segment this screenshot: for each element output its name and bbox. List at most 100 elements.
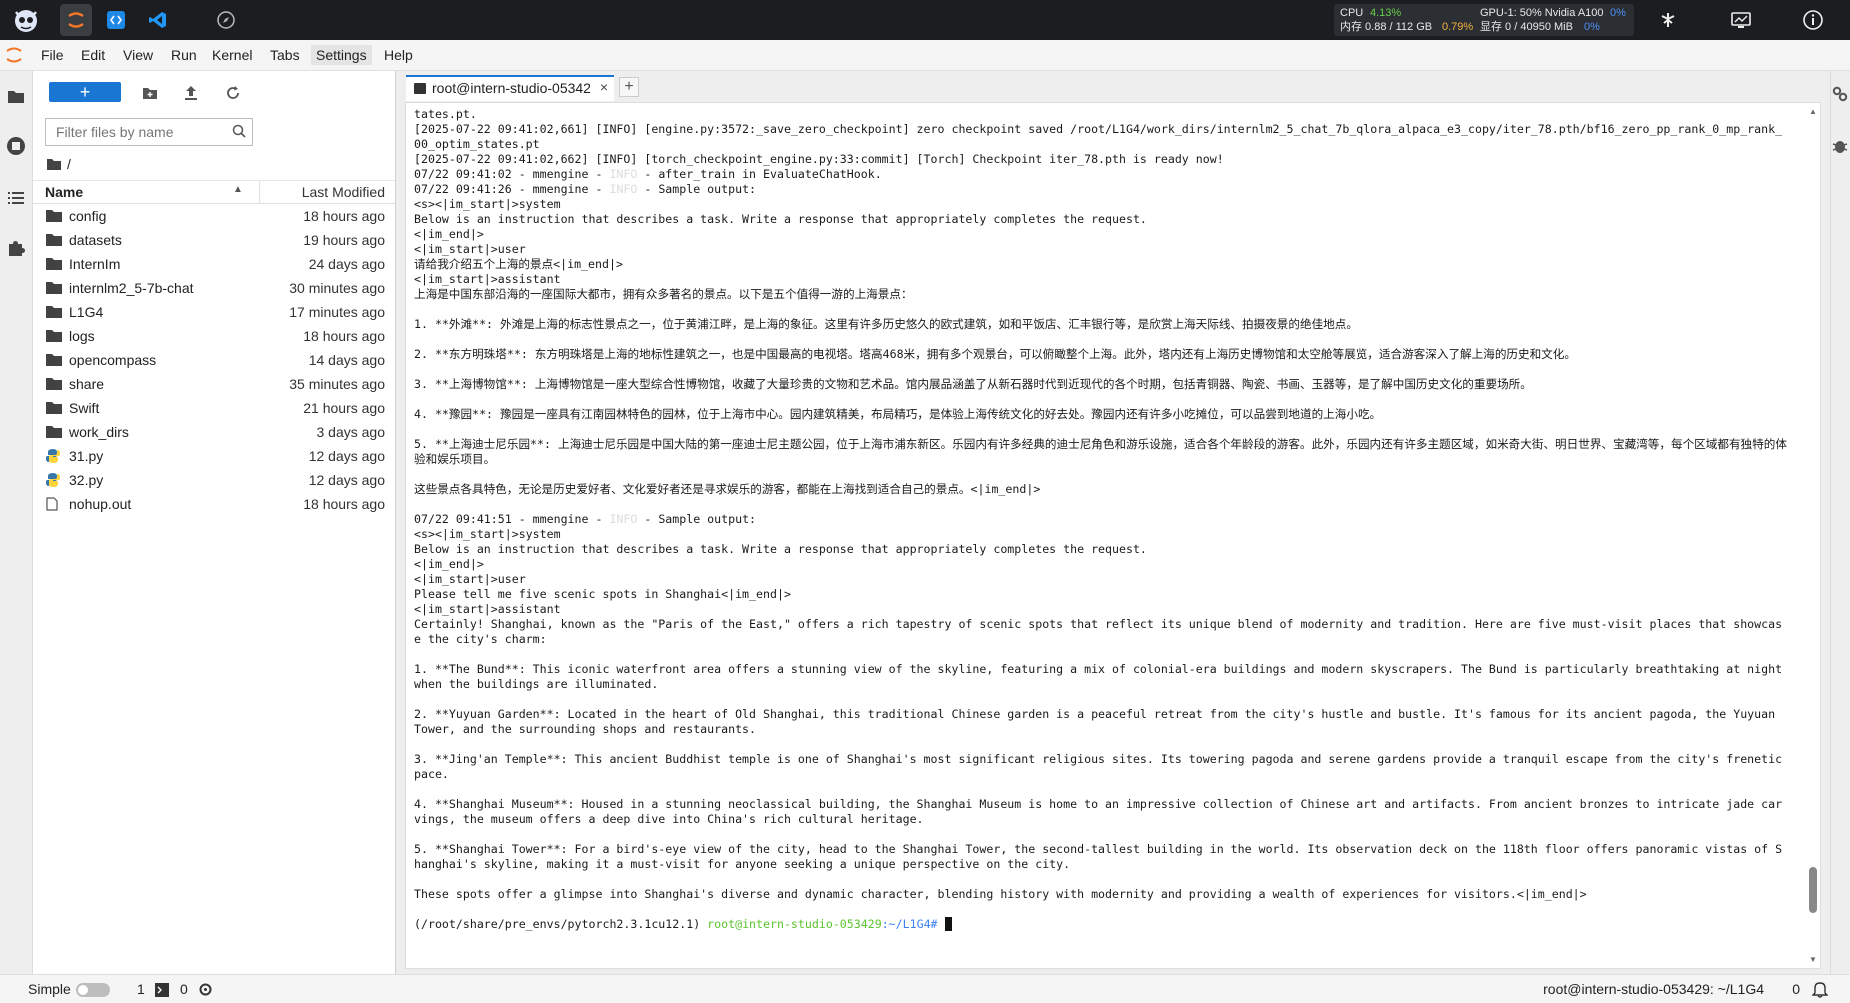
terminal-line: [2025-07-22 09:41:02,661] [INFO] [engine… [414, 122, 1783, 151]
terminal-line: 5. **Shanghai Tower**: For a bird's-eye … [414, 842, 1783, 871]
file-list-item[interactable]: share 35 minutes ago [33, 372, 395, 396]
menu-view[interactable]: View [123, 47, 153, 63]
terminal-count: 1 [137, 981, 145, 997]
folder-icon [46, 257, 62, 271]
last-modified-column-header[interactable]: Last Modified [302, 184, 385, 200]
menu-help[interactable]: Help [384, 47, 413, 63]
prompt-user: root@intern-studio-053429 [707, 917, 882, 931]
studio-logo-icon[interactable] [8, 6, 44, 34]
terminal-line: <s><|im_start|>system [414, 197, 561, 211]
status-bar: Simple 1 0 root@intern-studio-053429: ~/… [0, 974, 1850, 1003]
column-divider[interactable] [259, 181, 260, 203]
name-column-header[interactable]: Name [45, 184, 83, 200]
vscode-icon[interactable] [146, 6, 170, 34]
filter-files-field[interactable] [45, 118, 253, 146]
file-list-item[interactable]: internlm2_5-7b-chat 30 minutes ago [33, 276, 395, 300]
file-list-item[interactable]: logs 18 hours ago [33, 324, 395, 348]
file-list-item[interactable]: datasets 19 hours ago [33, 228, 395, 252]
terminal-status-icon[interactable] [155, 983, 169, 1000]
resource-monitor: CPU 4.13% 内存 0.88 / 112 GB 0.79% GPU-1: … [1334, 4, 1634, 36]
menu-edit[interactable]: Edit [81, 47, 105, 63]
file-list-item[interactable]: nohup.out 18 hours ago [33, 492, 395, 516]
filter-files-input[interactable] [54, 123, 228, 141]
compass-icon[interactable] [214, 6, 238, 34]
jupyter-app-icon[interactable] [60, 4, 92, 36]
file-modified: 12 days ago [308, 448, 385, 464]
new-folder-icon[interactable] [139, 82, 161, 104]
terminal-scrollbar[interactable]: ▲ ▼ [1806, 103, 1820, 968]
table-of-contents-icon[interactable] [6, 188, 26, 208]
shell-prompt[interactable]: (/root/share/pre_envs/pytorch2.3.1cu12.1… [414, 917, 952, 931]
simple-mode-label: Simple [28, 981, 71, 997]
tab-bar: root@intern-studio-05342 × + [396, 71, 1830, 101]
toggle-knob [78, 985, 88, 995]
log-level-info: INFO [609, 512, 638, 526]
new-tab-button[interactable]: + [619, 77, 639, 97]
kernel-gear-icon[interactable] [198, 982, 213, 1000]
terminal-line: 4. **豫园**: 豫园是一座具有江南园林特色的园林，位于上海市中心。园内建筑… [414, 407, 1382, 421]
tab-terminal[interactable]: root@intern-studio-05342 × [406, 75, 614, 101]
scroll-down-icon[interactable]: ▼ [1809, 955, 1817, 964]
terminal-line: Please tell me five scenic spots in Shan… [414, 587, 791, 601]
info-icon[interactable] [1800, 6, 1826, 34]
menu-kernel[interactable]: Kernel [212, 47, 252, 63]
memory-label: 内存 0.88 / 112 GB [1340, 21, 1433, 33]
terminal-line: 3. **Jing'an Temple**: This ancient Budd… [414, 752, 1790, 781]
notification-count: 0 [1792, 981, 1800, 997]
upload-icon[interactable] [180, 82, 202, 104]
log-level-info: INFO [609, 182, 638, 196]
terminal-line: <|im_end|> [414, 557, 484, 571]
menu-settings[interactable]: Settings [311, 45, 372, 65]
menu-file[interactable]: File [41, 47, 64, 63]
property-inspector-icon[interactable] [1831, 85, 1849, 106]
file-list-item[interactable]: Swift 21 hours ago [33, 396, 395, 420]
file-name: config [69, 208, 107, 224]
gpu-value: 0% [1610, 7, 1626, 19]
terminal-line: 3. **上海博物馆**: 上海博物馆是一座大型综合性博物馆，收藏了大量珍贵的文… [414, 377, 1532, 391]
terminal-output: tates.pt. [2025-07-22 09:41:02,661] [INF… [414, 107, 1789, 932]
sort-ascending-icon: ▲ [233, 184, 243, 195]
refresh-icon[interactable] [222, 82, 244, 104]
monitor-icon[interactable] [1728, 6, 1754, 34]
file-modified: 19 hours ago [303, 232, 385, 248]
file-list-item[interactable]: work_dirs 3 days ago [33, 420, 395, 444]
cpu-value: 4.13% [1370, 7, 1402, 19]
python-file-icon [46, 473, 62, 487]
file-list-item[interactable]: config 18 hours ago [33, 204, 395, 228]
folder-icon[interactable] [6, 86, 26, 106]
file-list-item[interactable]: 32.py 12 days ago [33, 468, 395, 492]
terminal-line: [2025-07-22 09:41:02,662] [INFO] [torch_… [414, 152, 1224, 166]
simple-mode-toggle[interactable] [76, 983, 110, 997]
file-list: config 18 hours ago datasets 19 hours ago In… [33, 204, 395, 516]
breadcrumb[interactable]: / [47, 155, 71, 173]
file-list-item[interactable]: opencompass 14 days ago [33, 348, 395, 372]
file-modified: 18 hours ago [303, 208, 385, 224]
main-dock-panel: root@intern-studio-05342 × + tates.pt. [… [396, 71, 1830, 974]
debugger-bug-icon[interactable] [1831, 137, 1849, 158]
scrollbar-thumb[interactable] [1809, 866, 1817, 913]
file-list-item[interactable]: InternIm 24 days ago [33, 252, 395, 276]
terminal-line: 07/22 09:41:26 - mmengine - INFO - Sampl… [414, 182, 757, 196]
menu-tabs[interactable]: Tabs [270, 47, 300, 63]
file-list-item[interactable]: 31.py 12 days ago [33, 444, 395, 468]
terminal-line: 2. **Yuyuan Garden**: Located in the hea… [414, 707, 1783, 736]
notification-bell-icon[interactable] [1811, 980, 1829, 1001]
running-kernels-icon[interactable] [6, 136, 26, 156]
terminal-line: 5. **上海迪士尼乐园**: 上海迪士尼乐园是中国大陆的第一座迪士尼主题公园，… [414, 437, 1787, 466]
file-modified: 12 days ago [308, 472, 385, 488]
terminal-panel[interactable]: tates.pt. [2025-07-22 09:41:02,661] [INF… [405, 102, 1821, 969]
terminal-line: <|im_end|> [414, 227, 484, 241]
code-editor-icon[interactable] [104, 6, 128, 34]
jupyter-logo-icon[interactable] [6, 46, 22, 67]
file-name: work_dirs [69, 424, 129, 440]
scroll-up-icon[interactable]: ▲ [1809, 107, 1817, 116]
file-name: opencompass [69, 352, 157, 368]
file-name: L1G4 [69, 304, 104, 320]
extensions-puzzle-icon[interactable] [6, 238, 26, 258]
close-icon[interactable]: × [600, 79, 608, 95]
breadcrumb-root[interactable]: / [67, 156, 71, 172]
file-list-item[interactable]: L1G4 17 minutes ago [33, 300, 395, 324]
menu-run[interactable]: Run [171, 47, 197, 63]
fan-icon[interactable] [1656, 6, 1680, 34]
new-launcher-button[interactable]: + [49, 82, 121, 102]
